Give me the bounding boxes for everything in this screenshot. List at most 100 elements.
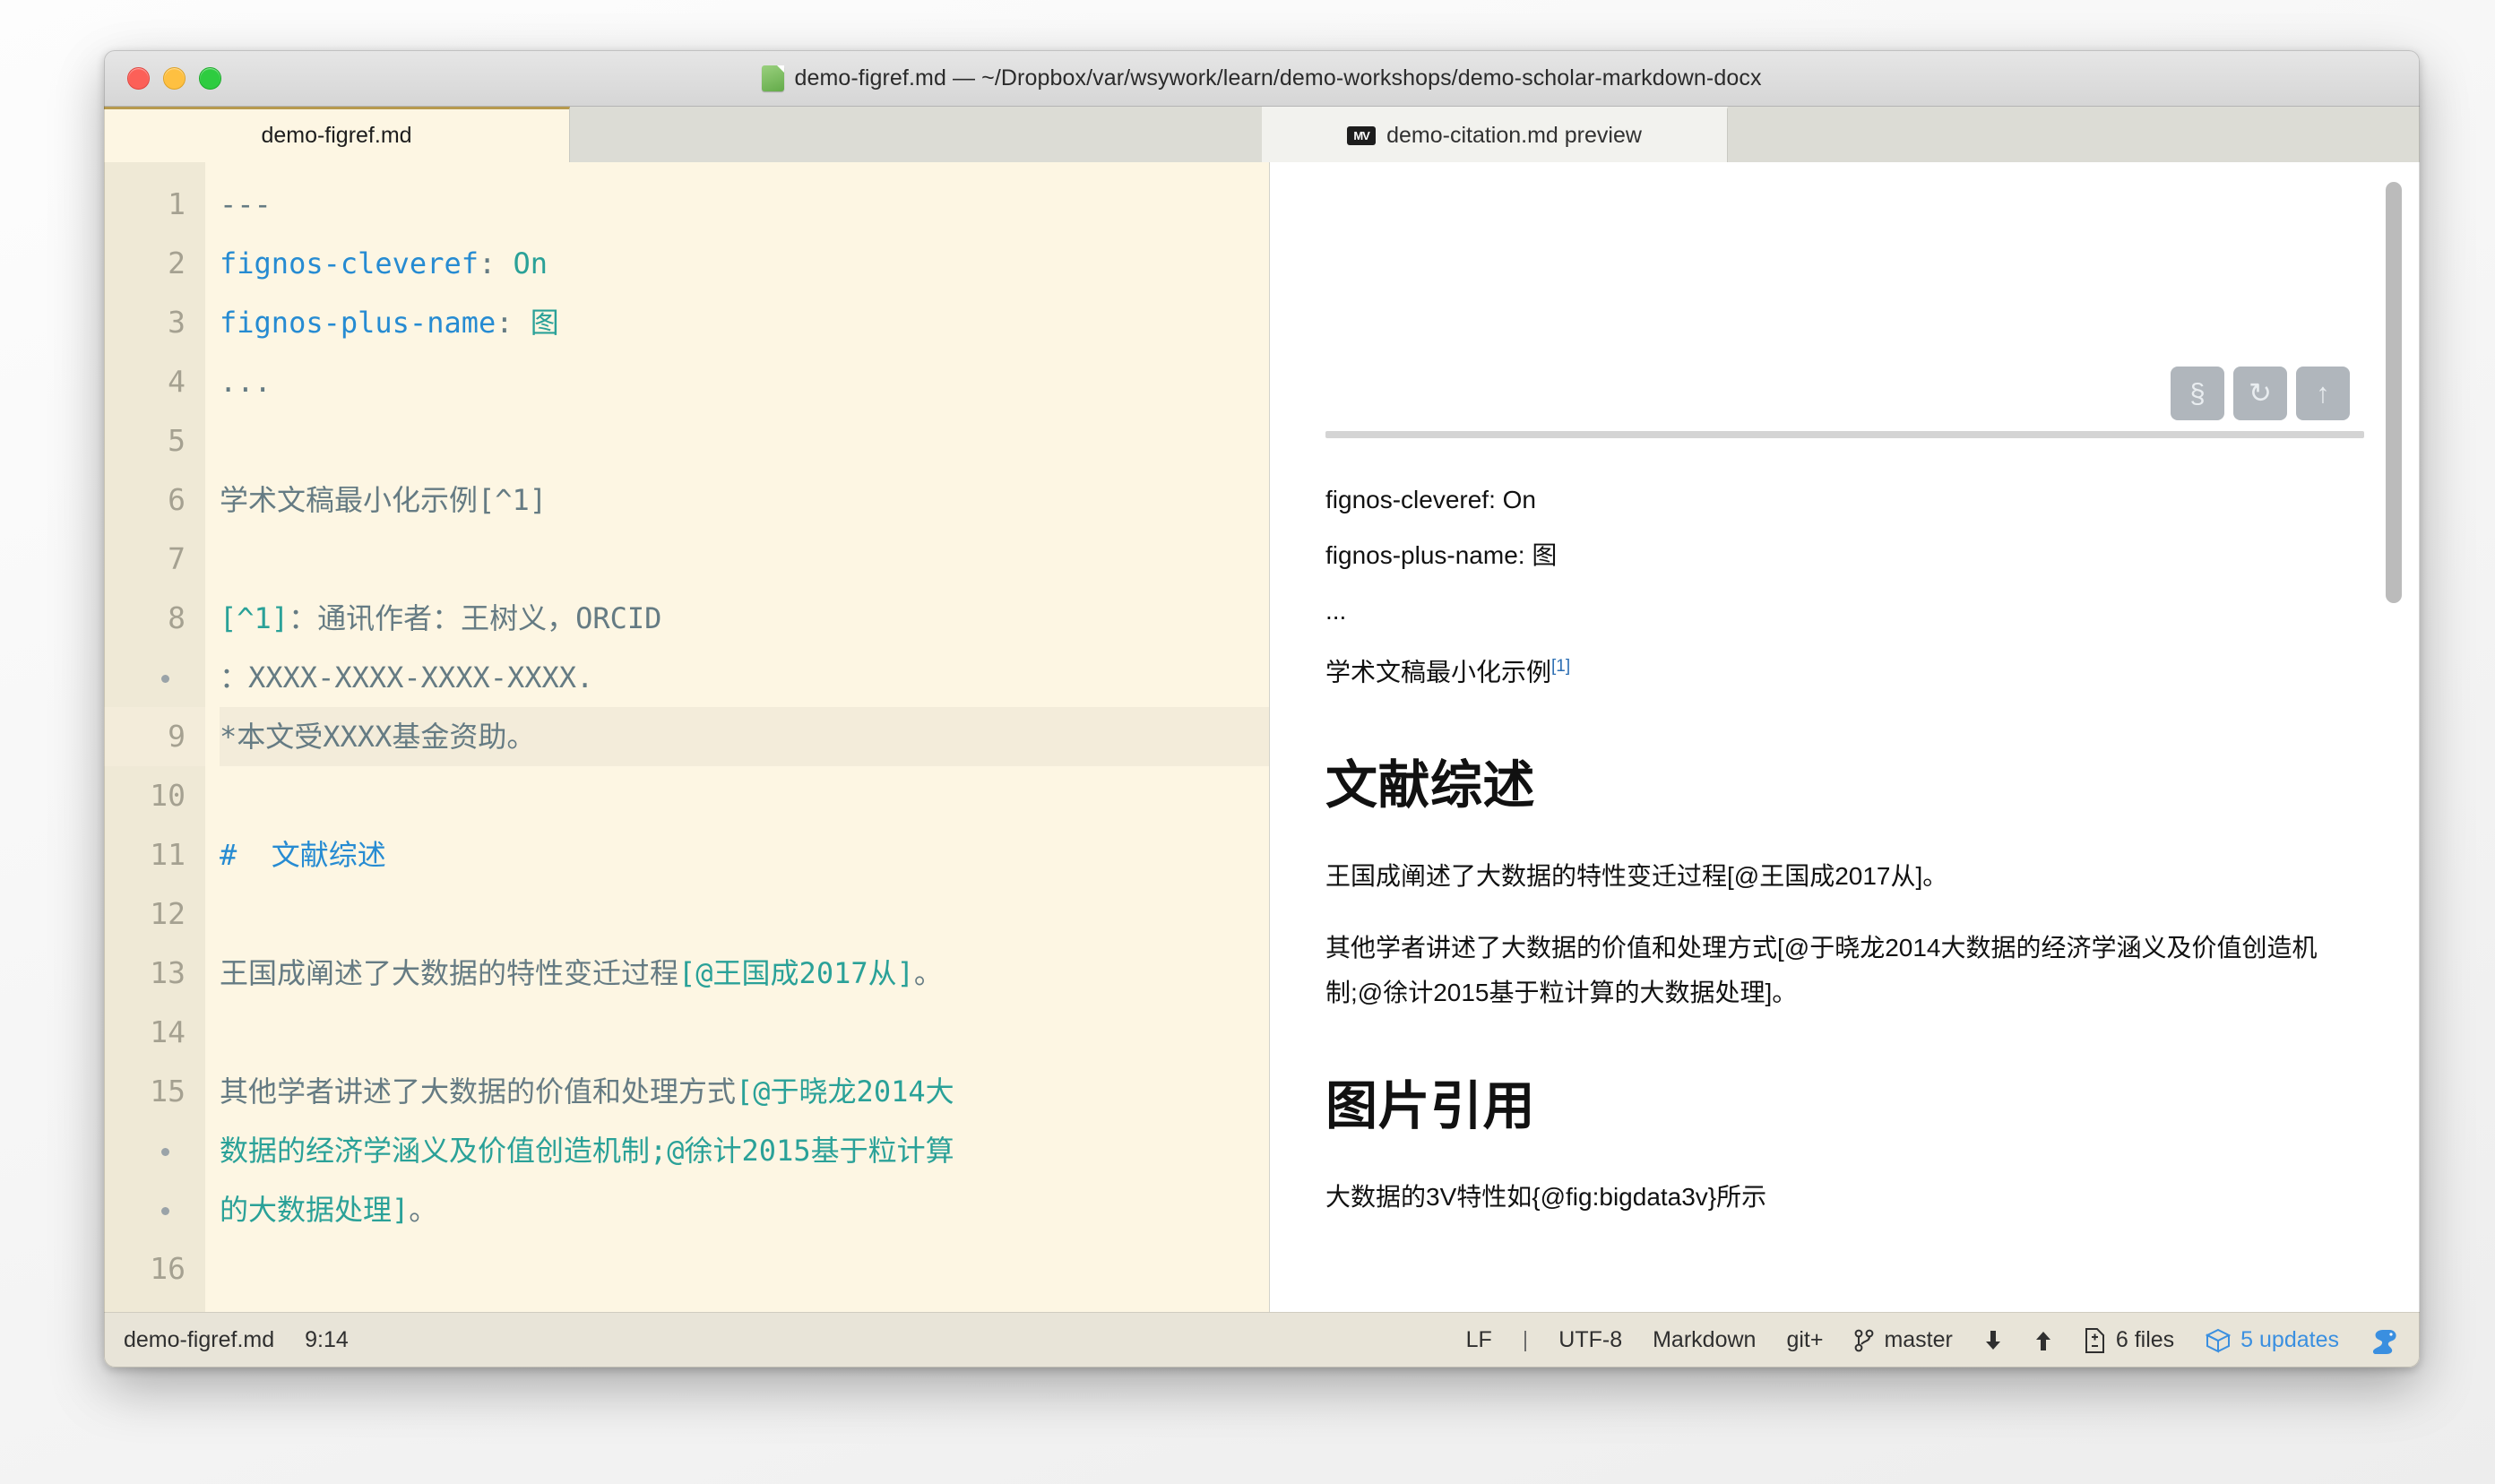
tab-demo-citation-preview[interactable]: MV demo-citation.md preview: [1262, 107, 1728, 162]
preview-paragraph: 王国成阐述了大数据的特性变迁过程[@王国成2017从]。: [1325, 854, 2348, 899]
status-bar: demo-figref.md 9:14 LF | UTF-8 Markdown …: [104, 1312, 2420, 1368]
code-line[interactable]: ---: [220, 175, 1269, 234]
window-title-group: demo-figref.md — ~/Dropbox/var/wsywork/l…: [104, 50, 2420, 106]
code-line[interactable]: 数据的经济学涵义及价值创造机制;@徐计2015基于粒计算: [220, 1121, 1269, 1180]
code-line[interactable]: *本文受XXXX基金资助。: [220, 707, 1269, 766]
desktop-background: demo-figref.md — ~/Dropbox/var/wsywork/l…: [0, 0, 2495, 1484]
code-token-plain: *本文受XXXX基金资助。: [220, 720, 535, 754]
status-branch-name: master: [1884, 1327, 1952, 1353]
code-line[interactable]: 的大数据处理]。: [220, 1180, 1269, 1239]
close-button[interactable]: [127, 67, 150, 90]
code-token-plain: 。: [409, 1193, 437, 1227]
preview-paragraph: 学术文稿最小化示例[1]: [1325, 644, 2348, 695]
status-git-package[interactable]: git+: [1786, 1327, 1823, 1353]
code-line[interactable]: # 文献综述: [220, 825, 1269, 884]
line-number: 6: [104, 470, 205, 530]
code-token-cite: 数据的经济学涵义及价值创造机制;@徐计2015基于粒计算: [220, 1134, 954, 1168]
section-icon: §: [2189, 377, 2205, 410]
file-diff-icon: [2084, 1327, 2107, 1354]
preview-paragraph: fignos-plus-name: 图: [1325, 533, 2348, 578]
code-line[interactable]: [220, 411, 1269, 470]
line-number: 15: [104, 1062, 205, 1121]
code-line[interactable]: ：XXXX-XXXX-XXXX-XXXX.: [220, 648, 1269, 707]
status-files-label: 6 files: [2116, 1327, 2174, 1353]
preview-paragraph: fignos-cleveref: On: [1325, 478, 2348, 522]
code-line[interactable]: [220, 766, 1269, 825]
code-line[interactable]: 学术文稿最小化示例[^1]: [220, 470, 1269, 530]
code-line[interactable]: 王国成阐述了大数据的特性变迁过程[@王国成2017从]。: [220, 944, 1269, 1003]
wrapped-line-marker: •: [104, 1121, 205, 1180]
tab-demo-figref[interactable]: demo-figref.md: [104, 107, 570, 162]
line-number: 8: [104, 589, 205, 648]
status-push-arrow[interactable]: [2033, 1329, 2053, 1352]
code-line[interactable]: fignos-cleveref: On: [220, 234, 1269, 293]
code-line[interactable]: [220, 884, 1269, 944]
code-line[interactable]: [^1]：通讯作者：王树义，ORCID: [220, 589, 1269, 648]
preview-heading: 文献综述: [1325, 743, 2348, 818]
code-token-cite: 的大数据处理]: [220, 1193, 409, 1227]
status-bar-right: LF | UTF-8 Markdown git+ m: [1466, 1327, 2400, 1354]
tab-bar-filler-right: [1728, 107, 2420, 162]
wrapped-line-marker: •: [104, 1180, 205, 1239]
markdown-file-icon: [762, 65, 784, 91]
minimize-button[interactable]: [163, 67, 186, 90]
wrapped-line-marker: •: [104, 648, 205, 707]
code-token-hr: ---: [220, 187, 272, 221]
status-git-branch[interactable]: master: [1853, 1327, 1952, 1353]
scroll-top-button[interactable]: ↑: [2296, 367, 2350, 420]
code-token-plain: :: [479, 246, 514, 280]
code-token-cite: [@于晓龙2014大: [736, 1074, 954, 1109]
preview-heading: 图片引用: [1325, 1064, 2348, 1139]
code-token-head: # 文献综述: [220, 838, 386, 872]
line-number: 2: [104, 234, 205, 293]
preview-content: fignos-cleveref: On fignos-plus-name: 图..…: [1325, 478, 2348, 1312]
preview-toolbar: § ↻ ↑: [2171, 367, 2350, 420]
arrow-up-icon: ↑: [2316, 377, 2330, 410]
status-cursor-position[interactable]: 9:14: [305, 1327, 349, 1353]
code-line[interactable]: 其他学者讲述了大数据的价值和处理方式[@于晓龙2014大: [220, 1062, 1269, 1121]
line-number-gutter[interactable]: 12345678•9101112131415••16: [104, 162, 205, 1312]
preview-paragraph: ...: [1325, 589, 2348, 634]
status-encoding[interactable]: UTF-8: [1558, 1327, 1622, 1353]
preview-scrollbar-track[interactable]: [2389, 162, 2413, 1312]
code-line[interactable]: [220, 1239, 1269, 1298]
code-line[interactable]: fignos-plus-name: 图: [220, 293, 1269, 352]
line-number: 7: [104, 530, 205, 589]
status-line-ending[interactable]: LF: [1466, 1327, 1492, 1353]
status-grammar[interactable]: Markdown: [1653, 1327, 1756, 1353]
line-number: 16: [104, 1239, 205, 1298]
code-token-cite: [^1]: [220, 601, 289, 635]
code-line[interactable]: [220, 1003, 1269, 1062]
editor-content[interactable]: --- fignos-cleveref: Onfignos-plus-name: …: [205, 162, 1269, 1312]
line-number: 14: [104, 1003, 205, 1062]
status-squirrel[interactable]: [2370, 1327, 2400, 1354]
section-button[interactable]: §: [2171, 367, 2224, 420]
refresh-icon: ↻: [2249, 377, 2272, 410]
text-editor-pane[interactable]: 12345678•9101112131415••16 ---fignos-cle…: [104, 162, 1270, 1312]
code-token-plain: 王国成阐述了大数据的特性变迁过程: [220, 956, 678, 990]
refresh-button[interactable]: ↻: [2233, 367, 2287, 420]
tab-bar: demo-figref.md MV demo-citation.md previ…: [104, 107, 2420, 162]
status-filename[interactable]: demo-figref.md: [124, 1327, 274, 1353]
arrow-down-icon: [1983, 1329, 2003, 1352]
line-number: 1: [104, 175, 205, 234]
code-line[interactable]: ...: [220, 352, 1269, 411]
line-number: 5: [104, 411, 205, 470]
line-number: 9: [104, 707, 205, 766]
line-number: 4: [104, 352, 205, 411]
workspace-panes: 12345678•9101112131415••16 ---fignos-cle…: [104, 162, 2420, 1312]
status-updates-label: 5 updates: [2240, 1327, 2339, 1353]
footnote-ref[interactable]: [1]: [1551, 657, 1570, 676]
preview-scrollbar-thumb[interactable]: [2386, 182, 2402, 603]
git-branch-icon: [1853, 1328, 1875, 1353]
status-updates[interactable]: 5 updates: [2205, 1327, 2339, 1353]
atom-editor-window: demo-figref.md — ~/Dropbox/var/wsywork/l…: [104, 50, 2420, 1368]
window-title-bar[interactable]: demo-figref.md — ~/Dropbox/var/wsywork/l…: [104, 50, 2420, 107]
code-line[interactable]: [220, 530, 1269, 589]
zoom-button[interactable]: [199, 67, 221, 90]
markdown-preview-pane[interactable]: § ↻ ↑ fignos-cleveref: On fignos-plus-nam…: [1270, 162, 2420, 1312]
status-pull-arrow[interactable]: [1983, 1329, 2003, 1352]
status-files-changed[interactable]: 6 files: [2084, 1327, 2174, 1354]
code-token-plain: ：通讯作者：王树义，ORCID: [289, 601, 661, 635]
tab-label-preview: demo-citation.md preview: [1386, 123, 1642, 149]
